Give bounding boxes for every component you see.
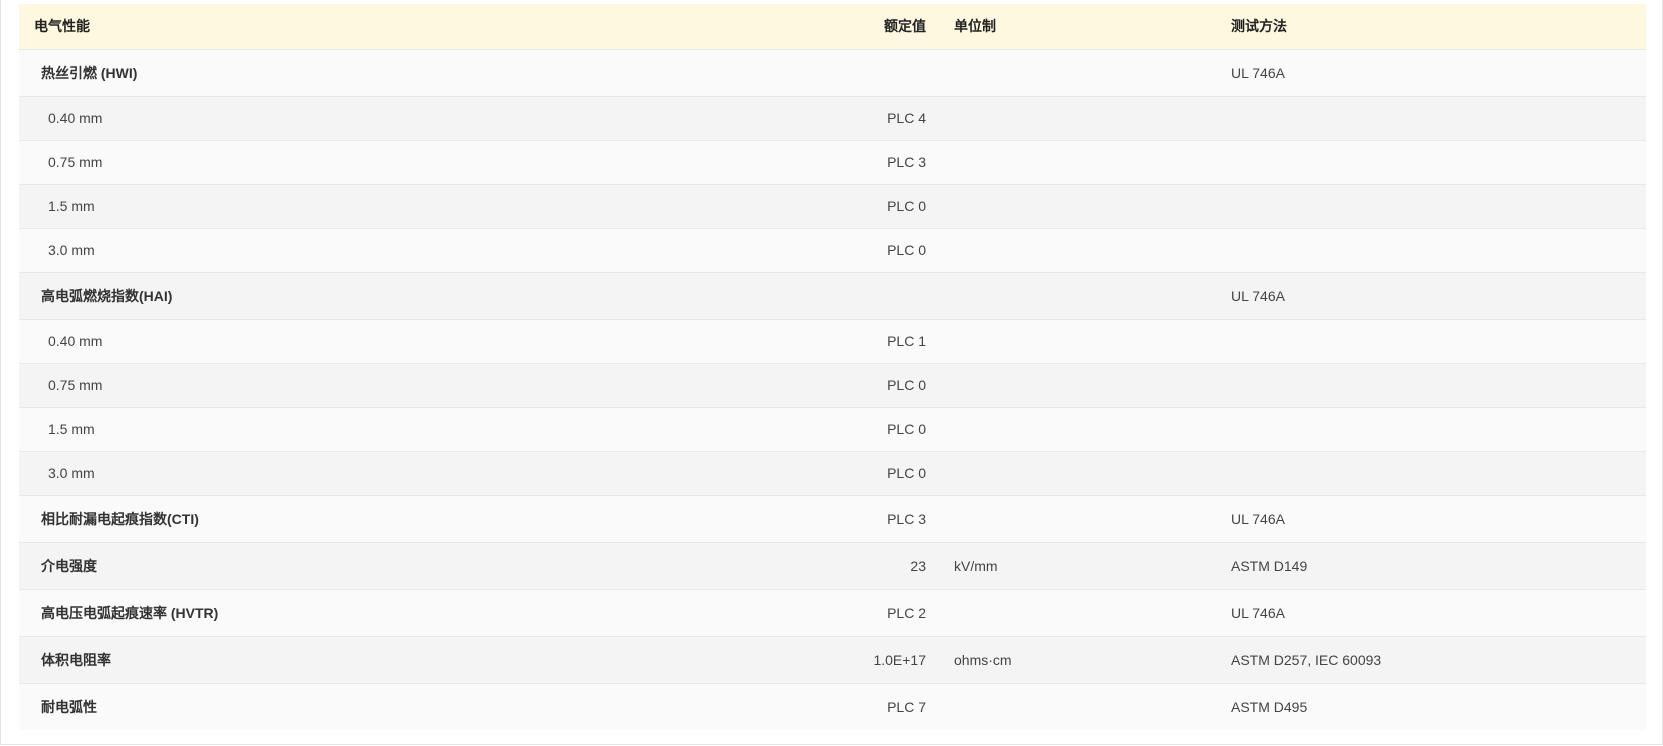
table-row: 热丝引燃 (HWI) UL 746A bbox=[19, 49, 1646, 96]
table-row: 高电压电弧起痕速率 (HVTR) PLC 2 UL 746A bbox=[19, 589, 1646, 636]
property-cell: 体积电阻率 bbox=[41, 651, 111, 668]
property-cell: 0.75 mm bbox=[48, 154, 103, 170]
value-cell: PLC 0 bbox=[887, 377, 926, 393]
table-row: 0.75 mm PLC 0 bbox=[19, 363, 1646, 407]
unit-cell bbox=[926, 451, 1231, 495]
table-row: 介电强度 23 kV/mm ASTM D149 bbox=[19, 542, 1646, 589]
property-cell: 3.0 mm bbox=[48, 242, 95, 258]
unit-cell bbox=[926, 363, 1231, 407]
value-cell bbox=[819, 272, 926, 319]
method-cell: ASTM D257, IEC 60093 bbox=[1231, 651, 1382, 668]
value-cell: PLC 0 bbox=[887, 198, 926, 214]
unit-cell bbox=[926, 140, 1231, 184]
unit-cell bbox=[926, 272, 1231, 319]
table-row: 0.40 mm PLC 1 bbox=[19, 319, 1646, 363]
method-cell: ASTM D149 bbox=[1231, 557, 1308, 574]
property-cell: 高电弧燃烧指数(HAI) bbox=[41, 287, 173, 304]
header-property: 电气性能 bbox=[34, 18, 90, 35]
property-cell: 3.0 mm bbox=[48, 465, 95, 481]
value-cell: PLC 3 bbox=[887, 154, 926, 170]
table-row: 体积电阻率 1.0E+17 ohms·cm ASTM D257, IEC 60093 bbox=[19, 636, 1646, 683]
table-row: 1.5 mm PLC 0 bbox=[19, 407, 1646, 451]
property-cell: 相比耐漏电起痕指数(CTI) bbox=[41, 510, 199, 527]
unit-cell bbox=[926, 228, 1231, 272]
table-row: 3.0 mm PLC 0 bbox=[19, 228, 1646, 272]
property-cell: 1.5 mm bbox=[48, 198, 95, 214]
header-value: 额定值 bbox=[884, 18, 926, 35]
table-row: 0.40 mm PLC 4 bbox=[19, 96, 1646, 140]
property-cell: 热丝引燃 (HWI) bbox=[41, 64, 138, 81]
method-cell bbox=[1231, 228, 1646, 272]
property-cell: 0.75 mm bbox=[48, 377, 103, 393]
method-cell bbox=[1231, 407, 1646, 451]
method-cell: UL 746A bbox=[1231, 604, 1285, 621]
method-cell bbox=[1231, 451, 1646, 495]
table-body: 热丝引燃 (HWI) UL 746A 0.40 mm PLC 4 0.75 mm PLC … bbox=[19, 49, 1646, 730]
header-row: 电气性能 额定值 单位制 测试方法 bbox=[19, 4, 1646, 49]
table-row: 耐电弧性 PLC 7 ASTM D495 bbox=[19, 683, 1646, 730]
unit-cell bbox=[926, 495, 1231, 542]
method-cell bbox=[1231, 319, 1646, 363]
value-cell: PLC 0 bbox=[887, 465, 926, 481]
unit-cell bbox=[926, 319, 1231, 363]
property-cell: 0.40 mm bbox=[48, 333, 103, 349]
table-row: 0.75 mm PLC 3 bbox=[19, 140, 1646, 184]
unit-cell: kV/mm bbox=[954, 557, 998, 574]
unit-cell bbox=[926, 184, 1231, 228]
property-cell: 介电强度 bbox=[41, 557, 97, 574]
method-cell: ASTM D495 bbox=[1231, 698, 1308, 715]
property-cell: 高电压电弧起痕速率 (HVTR) bbox=[41, 604, 219, 621]
value-cell: PLC 7 bbox=[887, 698, 926, 715]
table-row: 1.5 mm PLC 0 bbox=[19, 184, 1646, 228]
unit-cell bbox=[926, 683, 1231, 730]
unit-cell bbox=[926, 49, 1231, 96]
method-cell bbox=[1231, 96, 1646, 140]
method-cell: UL 746A bbox=[1231, 287, 1285, 304]
table-row: 高电弧燃烧指数(HAI) UL 746A bbox=[19, 272, 1646, 319]
property-cell: 0.40 mm bbox=[48, 110, 103, 126]
table-row: 3.0 mm PLC 0 bbox=[19, 451, 1646, 495]
property-cell: 1.5 mm bbox=[48, 421, 95, 437]
method-cell: UL 746A bbox=[1231, 510, 1285, 527]
unit-cell bbox=[926, 407, 1231, 451]
unit-cell: ohms·cm bbox=[954, 651, 1012, 668]
unit-cell bbox=[926, 96, 1231, 140]
value-cell: PLC 3 bbox=[887, 510, 926, 527]
value-cell bbox=[819, 49, 926, 96]
property-cell: 耐电弧性 bbox=[41, 698, 97, 715]
electrical-properties-table: 电气性能 额定值 单位制 测试方法 热丝引燃 (HWI) UL 746A 0.40 … bbox=[19, 4, 1646, 730]
properties-table: 电气性能 额定值 单位制 测试方法 热丝引燃 (HWI) UL 746A 0.40 … bbox=[19, 4, 1646, 730]
method-cell bbox=[1231, 363, 1646, 407]
table-row: 相比耐漏电起痕指数(CTI) PLC 3 UL 746A bbox=[19, 495, 1646, 542]
value-cell: PLC 0 bbox=[887, 421, 926, 437]
method-cell bbox=[1231, 184, 1646, 228]
method-cell: UL 746A bbox=[1231, 64, 1285, 81]
unit-cell bbox=[926, 589, 1231, 636]
value-cell: PLC 1 bbox=[887, 333, 926, 349]
header-unit: 单位制 bbox=[954, 18, 996, 35]
page-frame: 电气性能 额定值 单位制 测试方法 热丝引燃 (HWI) UL 746A 0.40 … bbox=[0, 0, 1663, 745]
value-cell: PLC 0 bbox=[887, 242, 926, 258]
value-cell: PLC 4 bbox=[887, 110, 926, 126]
value-cell: 23 bbox=[910, 557, 926, 574]
value-cell: PLC 2 bbox=[887, 604, 926, 621]
method-cell bbox=[1231, 140, 1646, 184]
value-cell: 1.0E+17 bbox=[873, 651, 926, 668]
header-method: 测试方法 bbox=[1231, 18, 1287, 35]
table-header: 电气性能 额定值 单位制 测试方法 bbox=[19, 4, 1646, 49]
